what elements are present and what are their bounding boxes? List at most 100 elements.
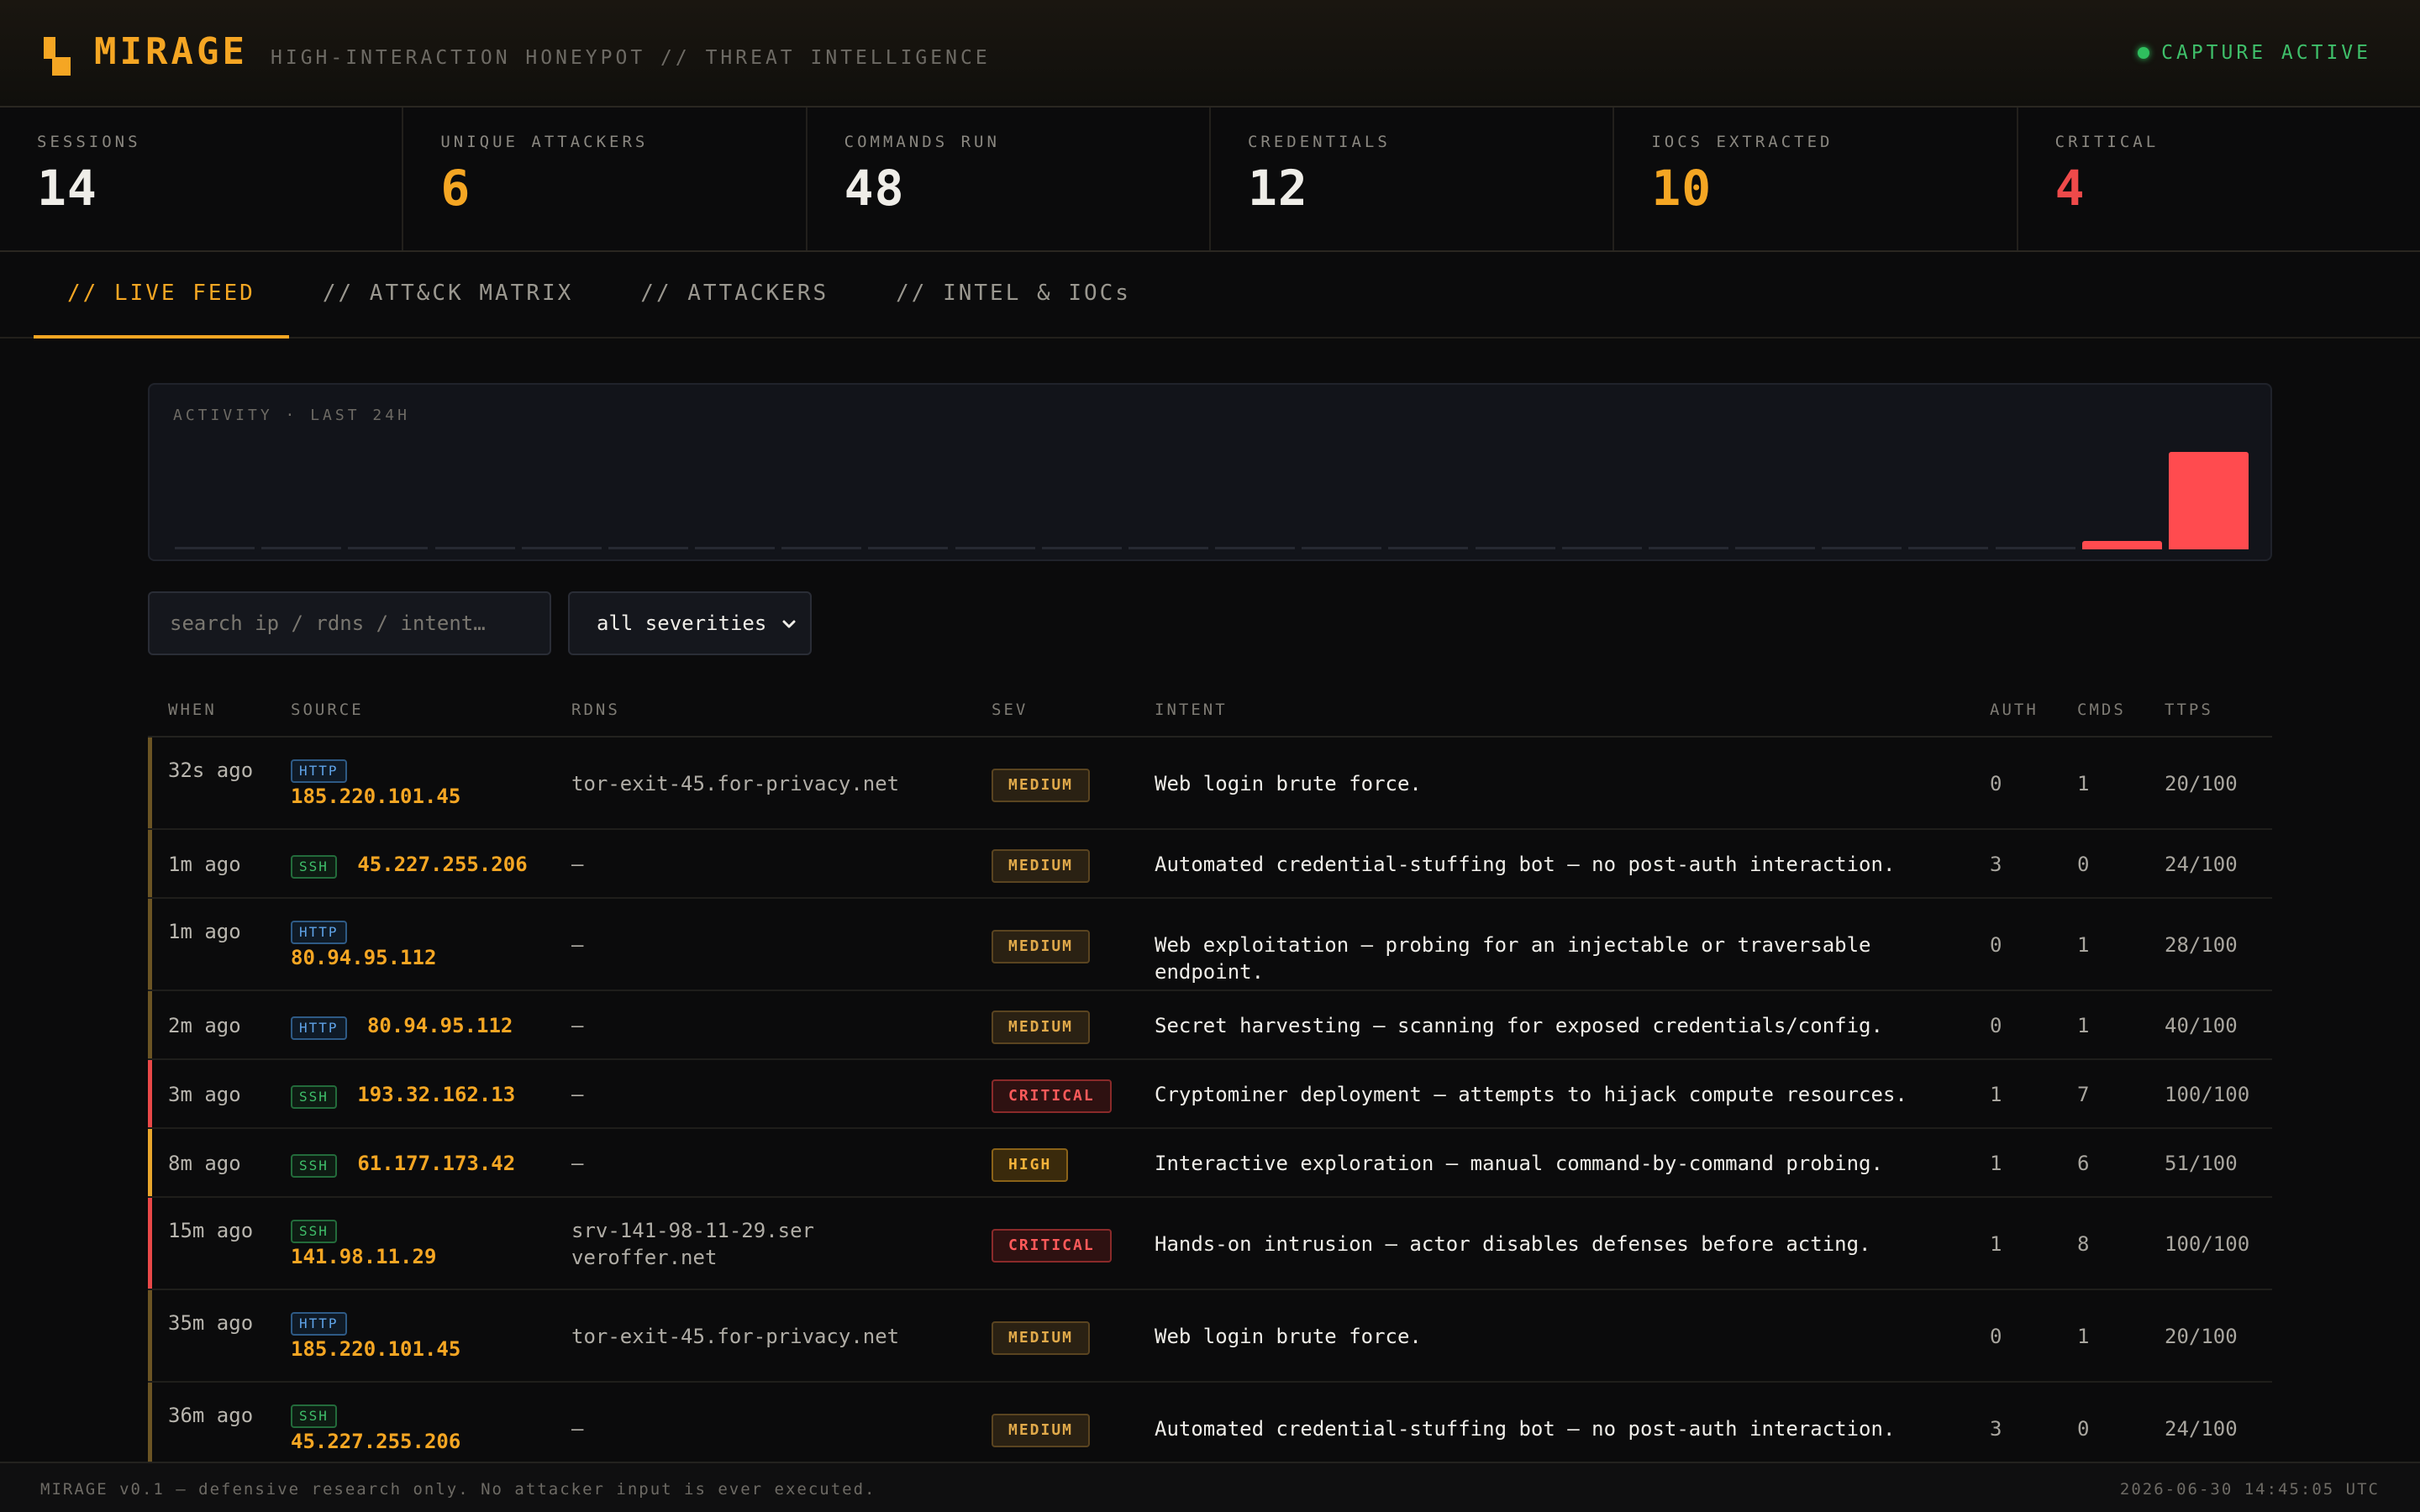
capture-status: CAPTURE ACTIVE bbox=[2138, 42, 2371, 64]
severity-edge bbox=[148, 1383, 152, 1473]
col-rdns[interactable]: RDNS bbox=[571, 701, 620, 719]
table-row[interactable]: 1m ago SSH 45.227.255.206 — MEDIUM Autom… bbox=[148, 830, 2272, 899]
when-cell: 1m ago bbox=[168, 920, 241, 943]
activity-bar-baseline bbox=[868, 547, 949, 549]
auth-cell: 1 bbox=[1990, 1083, 2002, 1106]
activity-bar-baseline bbox=[1215, 547, 1296, 549]
tab-attackers[interactable]: // ATTACKERS bbox=[607, 252, 862, 339]
table-row[interactable]: 15m ago SSH 141.98.11.29 srv-141-98-11-2… bbox=[148, 1198, 2272, 1290]
activity-bar-baseline bbox=[261, 547, 342, 549]
col-sev[interactable]: SEV bbox=[992, 701, 1028, 719]
source-ip[interactable]: 185.220.101.45 bbox=[291, 1337, 460, 1361]
protocol-badge: HTTP bbox=[291, 759, 347, 783]
activity-bar-baseline bbox=[348, 547, 429, 549]
source-cell: SSH 193.32.162.13 bbox=[291, 1081, 515, 1109]
table-row[interactable]: 8m ago SSH 61.177.173.42 — HIGH Interact… bbox=[148, 1129, 2272, 1198]
table-row[interactable]: 32s ago HTTP 185.220.101.45 tor-exit-45.… bbox=[148, 738, 2272, 830]
ttps-cell: 20/100 bbox=[2165, 1325, 2238, 1348]
cmds-cell: 0 bbox=[2077, 853, 2090, 876]
cmds-cell: 1 bbox=[2077, 1325, 2090, 1348]
severity-badge: CRITICAL bbox=[992, 1229, 1112, 1263]
stat-value: 12 bbox=[1247, 160, 1308, 217]
protocol-badge: SSH bbox=[291, 1220, 337, 1243]
intent-cell: Hands-on intrusion — actor disables defe… bbox=[1155, 1232, 1871, 1256]
table-row[interactable]: 35m ago HTTP 185.220.101.45 tor-exit-45.… bbox=[148, 1290, 2272, 1383]
activity-bar-baseline bbox=[1475, 547, 1555, 549]
intent-cell: Interactive exploration — manual command… bbox=[1155, 1152, 1883, 1175]
sessions-table: WHEN SOURCE RDNS SEV INTENT AUTH CMDS TT… bbox=[148, 692, 2272, 1475]
source-ip[interactable]: 185.220.101.45 bbox=[291, 785, 460, 808]
cmds-cell: 6 bbox=[2077, 1152, 2090, 1175]
severity-cell: MEDIUM bbox=[992, 1414, 1091, 1447]
rdns-cell: — bbox=[571, 1083, 584, 1106]
activity-bar-baseline bbox=[1995, 547, 2075, 549]
activity-bar-baseline bbox=[955, 547, 1035, 549]
activity-bar-baseline bbox=[1041, 547, 1122, 549]
source-ip[interactable]: 141.98.11.29 bbox=[291, 1245, 436, 1268]
tab-live-feed[interactable]: // LIVE FEED bbox=[34, 252, 289, 339]
stat-commands-run: COMMANDS RUN 48 bbox=[808, 108, 1211, 250]
cmds-cell: 0 bbox=[2077, 1417, 2090, 1441]
auth-cell: 1 bbox=[1990, 1232, 2002, 1256]
source-ip[interactable]: 80.94.95.112 bbox=[291, 946, 436, 969]
source-ip[interactable]: 80.94.95.112 bbox=[367, 1014, 513, 1037]
protocol-badge: HTTP bbox=[291, 921, 347, 944]
activity-bar-baseline bbox=[781, 547, 862, 549]
activity-bar-baseline bbox=[521, 547, 602, 549]
activity-bar-baseline bbox=[1822, 547, 1902, 549]
source-ip[interactable]: 45.227.255.206 bbox=[357, 853, 527, 876]
source-ip[interactable]: 45.227.255.206 bbox=[291, 1430, 460, 1453]
activity-bar[interactable] bbox=[2081, 541, 2162, 549]
stat-label: CRITICAL bbox=[2054, 133, 2160, 151]
ttps-cell: 51/100 bbox=[2165, 1152, 2238, 1175]
stats-bar: SESSIONS 14 UNIQUE ATTACKERS 6 COMMANDS … bbox=[0, 108, 2420, 252]
top-header: MIRAGE HIGH-INTERACTION HONEYPOT // THRE… bbox=[0, 0, 2420, 108]
activity-bar-baseline bbox=[695, 547, 776, 549]
severity-select[interactable]: all severities bbox=[568, 591, 812, 655]
rdns-cell: — bbox=[571, 1014, 584, 1037]
rdns-cell: tor-exit-45.for-privacy.net bbox=[571, 772, 900, 795]
ttps-cell: 28/100 bbox=[2165, 933, 2238, 957]
severity-badge: MEDIUM bbox=[992, 930, 1091, 963]
severity-cell: MEDIUM bbox=[992, 1011, 1091, 1044]
when-cell: 2m ago bbox=[168, 1014, 241, 1037]
source-cell: SSH 61.177.173.42 bbox=[291, 1150, 515, 1178]
col-when[interactable]: WHEN bbox=[168, 701, 217, 719]
table-row[interactable]: 1m ago HTTP 80.94.95.112 — MEDIUM Web ex… bbox=[148, 899, 2272, 991]
tab-attack-matrix[interactable]: // ATT&CK MATRIX bbox=[289, 252, 607, 339]
source-ip[interactable]: 193.32.162.13 bbox=[357, 1083, 515, 1106]
stat-label: UNIQUE ATTACKERS bbox=[440, 133, 649, 151]
stat-critical: CRITICAL 4 bbox=[2018, 108, 2420, 250]
severity-cell: CRITICAL bbox=[992, 1229, 1112, 1263]
stat-value: 48 bbox=[844, 160, 905, 217]
severity-cell: MEDIUM bbox=[992, 1321, 1091, 1355]
protocol-badge: SSH bbox=[291, 1404, 337, 1428]
protocol-badge: SSH bbox=[291, 1085, 337, 1109]
col-intent[interactable]: INTENT bbox=[1155, 701, 1228, 719]
rdns-cell: — bbox=[571, 933, 584, 957]
intent-cell: Secret harvesting — scanning for exposed… bbox=[1155, 1014, 1883, 1037]
search-input[interactable] bbox=[148, 591, 551, 655]
status-dot-icon bbox=[2138, 47, 2150, 59]
col-cmds[interactable]: CMDS bbox=[2077, 701, 2126, 719]
when-cell: 36m ago bbox=[168, 1404, 254, 1427]
stat-sessions: SESSIONS 14 bbox=[0, 108, 404, 250]
stat-label: IOCS EXTRACTED bbox=[1651, 133, 1833, 151]
col-ttps[interactable]: TTPS bbox=[2165, 701, 2213, 719]
source-ip[interactable]: 61.177.173.42 bbox=[357, 1152, 515, 1175]
tab-intel-iocs[interactable]: // INTEL & IOCs bbox=[862, 252, 1165, 339]
severity-badge: CRITICAL bbox=[992, 1079, 1112, 1113]
col-source[interactable]: SOURCE bbox=[291, 701, 364, 719]
footer: MIRAGE v0.1 — defensive research only. N… bbox=[0, 1462, 2420, 1512]
activity-bar[interactable] bbox=[2168, 452, 2249, 549]
stat-credentials: CREDENTIALS 12 bbox=[1211, 108, 1615, 250]
severity-edge bbox=[148, 991, 152, 1058]
rdns-cell: — bbox=[571, 1417, 584, 1441]
severity-edge bbox=[148, 1198, 152, 1289]
table-row[interactable]: 3m ago SSH 193.32.162.13 — CRITICAL Cryp… bbox=[148, 1060, 2272, 1129]
intent-cell: Web login brute force. bbox=[1155, 772, 1422, 795]
table-row[interactable]: 2m ago HTTP 80.94.95.112 — MEDIUM Secret… bbox=[148, 991, 2272, 1060]
auth-cell: 0 bbox=[1990, 1325, 2002, 1348]
ttps-cell: 20/100 bbox=[2165, 772, 2238, 795]
col-auth[interactable]: AUTH bbox=[1990, 701, 2039, 719]
